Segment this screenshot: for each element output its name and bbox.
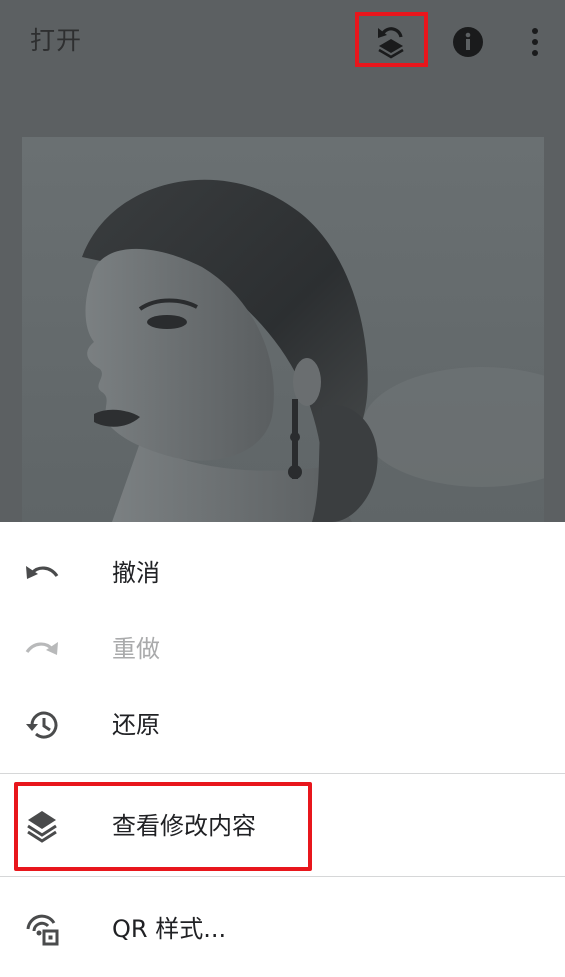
info-icon[interactable] [446, 20, 490, 64]
top-toolbar: 打开 [0, 0, 565, 84]
qr-style-icon [22, 909, 62, 949]
menu-divider [0, 876, 565, 877]
menu-label-qr-style: QR 样式... [112, 915, 227, 943]
menu-item-restore[interactable]: 还原 [0, 687, 565, 763]
highlight-box-menu [14, 782, 312, 871]
menu-label-redo: 重做 [112, 635, 160, 663]
app-screen: 打开 撤消 重做 还原 查看修改内容 QR 样式... [0, 0, 565, 977]
more-vert-icon[interactable] [513, 20, 557, 64]
menu-item-redo[interactable]: 重做 [0, 611, 565, 687]
menu-divider [0, 773, 565, 774]
highlight-box-toolbar [355, 12, 428, 67]
redo-icon [22, 629, 62, 669]
undo-icon [22, 553, 62, 593]
menu-label-restore: 还原 [112, 711, 160, 739]
portrait-photo [22, 137, 544, 522]
menu-item-undo[interactable]: 撤消 [0, 535, 565, 611]
history-icon [22, 705, 62, 745]
menu-item-qr-style[interactable]: QR 样式... [0, 891, 565, 967]
menu-label-undo: 撤消 [112, 559, 160, 587]
editor-background-scrim[interactable]: 打开 [0, 0, 565, 522]
bottom-sheet-menu: 撤消 重做 还原 查看修改内容 QR 样式... [0, 522, 565, 977]
open-button[interactable]: 打开 [30, 26, 82, 56]
